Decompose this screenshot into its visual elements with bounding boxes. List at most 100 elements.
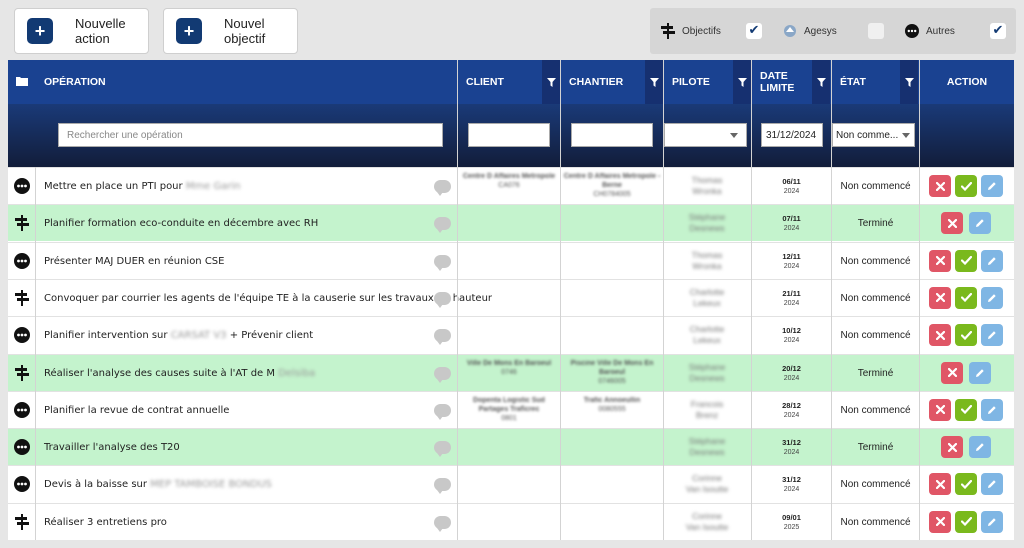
edit-button[interactable] bbox=[981, 175, 1003, 197]
edit-button[interactable] bbox=[969, 436, 991, 459]
filter-autres-checkbox[interactable]: ✔ bbox=[990, 23, 1006, 39]
date-year: 2024 bbox=[783, 188, 800, 195]
column-operation-label: OPÉRATION bbox=[44, 76, 106, 88]
column-divider bbox=[35, 167, 36, 540]
grid-header: OPÉRATION CLIENT CHANTIER PILOTE DATE LI… bbox=[8, 60, 1014, 104]
edit-button[interactable] bbox=[981, 249, 1003, 272]
table-row[interactable]: Planifier intervention sur CARSAT V3 + P… bbox=[8, 316, 1014, 354]
etat-filter-select[interactable]: Non comme... bbox=[832, 123, 915, 147]
table-row[interactable]: Convoquer par courrier les agents de l'é… bbox=[8, 278, 1014, 316]
chantier-filter-funnel-icon[interactable] bbox=[645, 60, 663, 104]
date-day-month: 10/12 bbox=[782, 326, 801, 336]
filter-agesys[interactable]: Agesys bbox=[782, 8, 837, 54]
validate-button[interactable] bbox=[955, 286, 977, 309]
client-name: Ville De Mons En Baroeul bbox=[466, 359, 552, 367]
edit-button[interactable] bbox=[981, 473, 1003, 496]
filter-objectifs-checkbox[interactable]: ✔ bbox=[746, 23, 762, 39]
delete-button[interactable] bbox=[941, 436, 963, 459]
validate-button[interactable] bbox=[955, 324, 977, 347]
comment-icon[interactable] bbox=[434, 254, 451, 271]
search-operation-input[interactable]: Rechercher une opération bbox=[58, 123, 443, 147]
table-row[interactable]: Planifier formation eco-conduite en déce… bbox=[8, 204, 1014, 242]
chantier-cell: Centre D Affaires Metropole - Berne CH078… bbox=[563, 172, 661, 199]
validate-button[interactable] bbox=[955, 175, 977, 197]
pilote-first-name: Charlotte bbox=[689, 286, 725, 297]
comment-icon[interactable] bbox=[434, 180, 451, 196]
date-day-month: 31/12 bbox=[782, 438, 801, 448]
date-cell: 10/12 2024 bbox=[752, 326, 831, 346]
client-code: 0801 bbox=[501, 414, 517, 422]
column-date-label-line1: DATE bbox=[760, 70, 788, 82]
pilote-last-name: Lekeux bbox=[693, 335, 721, 346]
column-divider bbox=[919, 60, 920, 540]
validate-button[interactable] bbox=[955, 398, 977, 421]
table-row[interactable]: Devis à la baisse sur MEP TAMBOISE BONDU… bbox=[8, 465, 1014, 503]
column-date-limite-label: DATE LIMITE bbox=[760, 70, 794, 94]
delete-button[interactable] bbox=[941, 361, 963, 384]
chantier-name: Piscine Ville De Mons En Baroeul bbox=[570, 359, 654, 376]
pilote-filter-funnel-icon[interactable] bbox=[733, 60, 751, 104]
delete-button[interactable] bbox=[929, 175, 951, 197]
date-cell: 12/11 2024 bbox=[752, 252, 831, 272]
table-row[interactable]: Travailler l'analyse des T20 Stéphane Desn… bbox=[8, 428, 1014, 466]
pilote-first-name: Corinne bbox=[692, 510, 722, 521]
delete-button[interactable] bbox=[929, 249, 951, 272]
comment-icon[interactable] bbox=[434, 329, 451, 346]
edit-button[interactable] bbox=[981, 286, 1003, 309]
column-operation-header[interactable]: OPÉRATION bbox=[36, 60, 457, 104]
delete-button[interactable] bbox=[929, 286, 951, 309]
edit-button[interactable] bbox=[981, 324, 1003, 347]
delete-button[interactable] bbox=[929, 473, 951, 496]
comment-icon[interactable] bbox=[434, 441, 451, 458]
delete-button[interactable] bbox=[941, 212, 963, 235]
new-action-button[interactable]: + Nouvelle action bbox=[14, 8, 149, 54]
comment-icon[interactable] bbox=[434, 403, 451, 420]
signpost-icon bbox=[14, 289, 30, 306]
filter-objectifs[interactable]: Objectifs bbox=[660, 8, 721, 54]
validate-button[interactable] bbox=[955, 249, 977, 272]
validate-button[interactable] bbox=[955, 473, 977, 496]
chantier-filter-input[interactable] bbox=[571, 123, 653, 147]
status-cell: Non commencé bbox=[840, 404, 911, 416]
client-cell: Dopenta Logistic Sud Partages Traficrec 0… bbox=[460, 396, 558, 423]
filter-autres[interactable]: Autres bbox=[904, 8, 955, 54]
pilote-last-name: Van Isoutte bbox=[685, 484, 729, 495]
client-cell: Centre D Affaires Metropole CA076 bbox=[460, 172, 558, 190]
date-filter-funnel-icon[interactable] bbox=[812, 60, 830, 104]
table-row[interactable]: Réaliser l'analyse des causes suite à l'… bbox=[8, 353, 1014, 391]
date-day-month: 28/12 bbox=[782, 400, 801, 410]
edit-button[interactable] bbox=[969, 212, 991, 235]
delete-button[interactable] bbox=[929, 398, 951, 421]
etat-filter-funnel-icon[interactable] bbox=[900, 60, 918, 104]
delete-button[interactable] bbox=[929, 510, 951, 533]
client-cell: Ville De Mons En Baroeul 0746 bbox=[460, 359, 558, 377]
comment-icon[interactable] bbox=[434, 217, 451, 234]
table-row[interactable]: Réaliser 3 entretiens pro Corinne Van Isou… bbox=[8, 502, 1014, 540]
filter-agesys-checkbox[interactable] bbox=[868, 23, 884, 39]
table-row[interactable]: Présenter MAJ DUER en réunion CSE Thomas W… bbox=[8, 241, 1014, 279]
pilote-cell: Corinne Van Isoutte bbox=[663, 473, 751, 495]
new-objective-button[interactable]: + Nouvel objectif bbox=[163, 8, 298, 54]
more-dots-icon bbox=[14, 252, 30, 269]
operation-label: Devis à la baisse sur bbox=[44, 479, 151, 491]
edit-button[interactable] bbox=[969, 361, 991, 384]
table-row[interactable]: Planifier la revue de contrat annuelle Do… bbox=[8, 390, 1014, 428]
comment-icon[interactable] bbox=[434, 366, 451, 383]
validate-button[interactable] bbox=[955, 510, 977, 533]
status-cell: Terminé bbox=[857, 442, 894, 454]
comment-icon[interactable] bbox=[434, 515, 451, 532]
client-filter-input[interactable] bbox=[468, 123, 550, 147]
comment-icon[interactable] bbox=[434, 478, 451, 495]
column-divider bbox=[831, 60, 832, 540]
comment-icon[interactable] bbox=[434, 291, 451, 308]
date-cell: 28/12 2024 bbox=[752, 401, 831, 421]
client-filter-funnel-icon[interactable] bbox=[542, 60, 560, 104]
column-divider bbox=[663, 60, 664, 540]
date-filter-input[interactable]: 31/12/2024 bbox=[761, 123, 823, 147]
edit-button[interactable] bbox=[981, 398, 1003, 421]
edit-button[interactable] bbox=[981, 510, 1003, 533]
column-action-label: ACTION bbox=[946, 76, 988, 88]
pilote-filter-select[interactable] bbox=[664, 123, 747, 147]
table-row[interactable]: Mettre en place un PTI pour Mme Garin Cen… bbox=[8, 167, 1014, 204]
delete-button[interactable] bbox=[929, 324, 951, 347]
